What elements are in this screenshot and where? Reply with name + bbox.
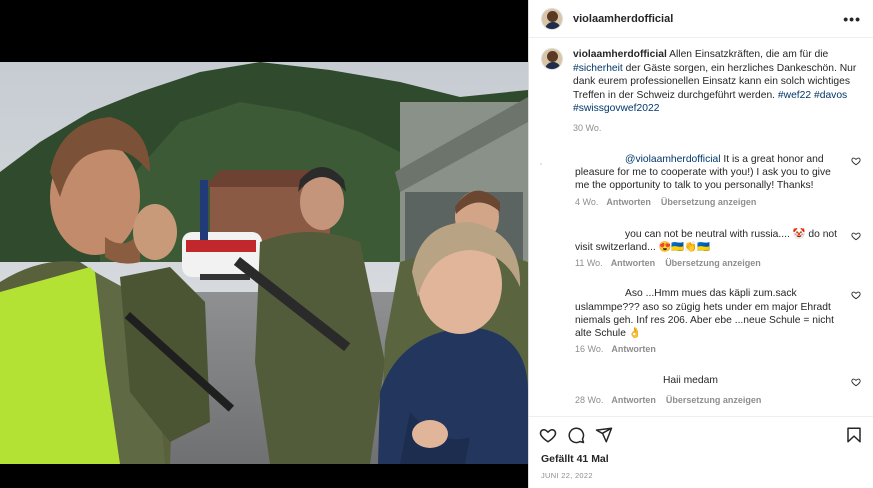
comment-mention[interactable]: @violaamherdofficial	[625, 154, 721, 165]
caption-avatar[interactable]	[541, 48, 563, 70]
post-date: JUNI 22, 2022	[541, 471, 593, 480]
comment-text: you can not be neutral with russia.... 🤡…	[575, 228, 838, 254]
comment-item: , @violaamherdofficial It is a great hon…	[540, 153, 861, 209]
heart-icon[interactable]	[851, 290, 861, 300]
comment-item: you can not be neutral with russia.... 🤡…	[541, 228, 861, 271]
comment-meta: 11 Wo. Antworten Übersetzung anzeigen	[575, 257, 839, 270]
reply-link[interactable]: Antworten	[606, 197, 651, 207]
more-icon[interactable]: •••	[843, 11, 861, 27]
reply-link[interactable]: Antworten	[611, 395, 656, 405]
likes-count[interactable]: Gefällt 41 Mal	[539, 453, 863, 465]
heart-icon[interactable]	[539, 426, 557, 444]
translate-link[interactable]: Übersetzung anzeigen	[666, 395, 762, 405]
post-caption: violaamherdofficial Allen Einsatzkräften…	[529, 38, 873, 135]
comment-meta: 16 Wo. Antworten	[575, 343, 839, 356]
post-header: violaamherdofficial •••	[529, 0, 873, 38]
post-media	[0, 0, 528, 488]
post-sidebar: violaamherdofficial ••• violaamherdoffic…	[528, 0, 873, 488]
caption-body: violaamherdofficial Allen Einsatzkräften…	[573, 48, 861, 135]
caption-time[interactable]: 30 Wo.	[573, 122, 861, 136]
comment-item: Haii medam 28 Wo. Antworten Übersetzung an…	[541, 374, 861, 406]
action-row	[539, 417, 863, 453]
comment-meta: 4 Wo. Antworten Übersetzung anzeigen	[575, 196, 839, 209]
hashtag-sicherheit[interactable]: #sicherheit	[573, 63, 623, 74]
bookmark-icon[interactable]	[845, 426, 863, 444]
comment-time[interactable]: 16 Wo.	[575, 344, 603, 354]
caption-text-1: Allen Einsatzkräften, die am für die	[666, 49, 829, 60]
translate-link[interactable]: Übersetzung anzeigen	[665, 258, 761, 268]
post-photo[interactable]	[0, 62, 528, 464]
comment-time[interactable]: 28 Wo.	[575, 395, 603, 405]
reply-link[interactable]: Antworten	[611, 344, 656, 354]
comment-avatar-placeholder: ,	[540, 159, 542, 166]
comment-time[interactable]: 4 Wo.	[575, 197, 598, 207]
reply-link[interactable]: Antworten	[611, 258, 656, 268]
comment-item: Aso ...Hmm mues das käpli zum.sack uslam…	[541, 287, 861, 356]
post-actions: Gefällt 41 Mal JUNI 22, 2022	[529, 416, 873, 488]
comment-time[interactable]: 11 Wo.	[575, 258, 603, 268]
hashtag-swissgovwef2022[interactable]: #swissgovwef2022	[573, 103, 659, 114]
heart-icon[interactable]	[851, 231, 861, 241]
photo-image	[0, 62, 528, 464]
translate-link[interactable]: Übersetzung anzeigen	[661, 197, 757, 207]
comment-list: , @violaamherdofficial It is a great hon…	[529, 153, 873, 407]
caption-username[interactable]: violaamherdofficial	[573, 49, 667, 60]
heart-icon[interactable]	[851, 156, 861, 166]
post-username[interactable]: violaamherdofficial	[573, 13, 843, 25]
share-icon[interactable]	[595, 426, 613, 444]
instagram-post-view: violaamherdofficial ••• violaamherdoffic…	[0, 0, 873, 488]
hashtag-wef22[interactable]: #wef22	[778, 90, 811, 101]
comment-icon[interactable]	[567, 426, 585, 444]
comment-meta: 28 Wo. Antworten Übersetzung anzeigen	[575, 394, 839, 407]
heart-icon[interactable]	[851, 377, 861, 387]
avatar[interactable]	[541, 7, 563, 30]
comment-text: Haii medam	[663, 375, 718, 387]
hashtag-davos[interactable]: #davos	[814, 90, 847, 101]
comment-text: Aso ...Hmm mues das käpli zum.sack uslam…	[575, 288, 835, 340]
